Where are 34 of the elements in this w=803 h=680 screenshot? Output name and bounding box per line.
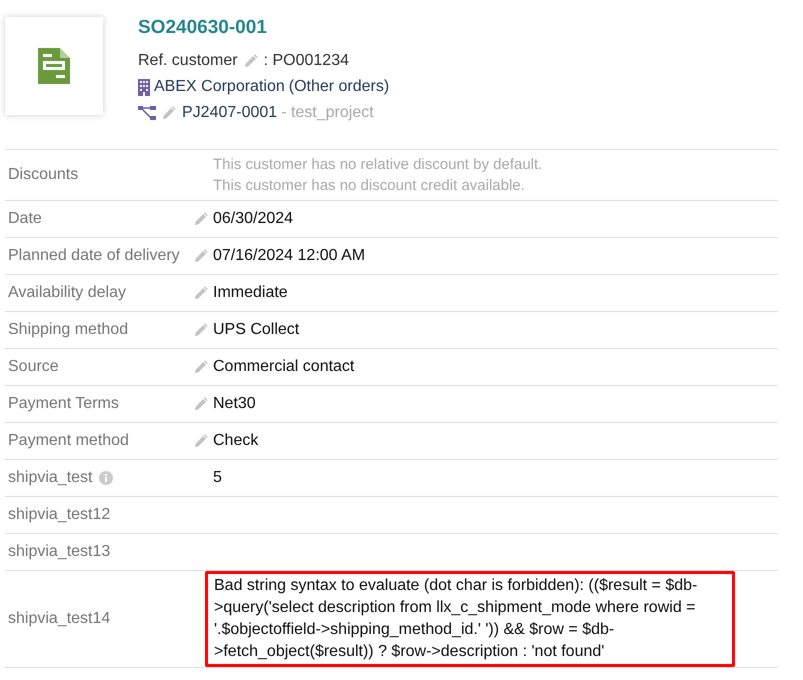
other-orders-link[interactable]: (Other orders): [288, 78, 390, 96]
project-tree-icon: [138, 106, 156, 120]
order-reference: SO240630-001: [138, 17, 268, 40]
field-label: shipvia_test: [8, 469, 92, 487]
ref-customer-value: : PO001234: [264, 52, 349, 70]
field-value: 5: [213, 469, 222, 486]
field-value: 07/16/2024 12:00 AM: [213, 247, 366, 264]
field-value: Immediate: [213, 284, 288, 301]
pencil-icon[interactable]: [160, 104, 178, 122]
building-icon: [138, 78, 150, 96]
field-value: 06/30/2024: [213, 210, 294, 227]
field-label: Payment Terms: [8, 395, 119, 413]
field-value: Net30: [213, 395, 256, 412]
company-link[interactable]: ABEX Corporation: [154, 78, 285, 96]
project-title: - test_project: [281, 104, 374, 122]
field-label: Planned date of delivery: [8, 247, 180, 265]
field-value: Check: [213, 432, 258, 449]
discount-note: This customer has no relative discount by default.: [213, 155, 544, 175]
field-label: shipvia_test14: [8, 610, 110, 628]
field-label: Discounts: [8, 166, 78, 184]
document-icon: [38, 48, 70, 84]
discount-note: This customer has no discount credit available.: [213, 176, 526, 196]
field-label: Date: [8, 210, 42, 228]
field-label: Shipping method: [8, 321, 128, 339]
field-value: UPS Collect: [213, 321, 300, 338]
field-value: Commercial contact: [213, 358, 354, 375]
field-label: Source: [8, 358, 59, 376]
field-label: Availability delay: [8, 284, 126, 302]
project-link[interactable]: PJ2407-0001: [182, 104, 278, 122]
field-label: shipvia_test12: [8, 506, 110, 524]
error-message: Bad string syntax to evaluate (dot char is forbidden): (($result = $db->query('select description from llx_c_shipment_mode where rowid = '.$objectoffield->shipping_method_id.' ')) && $row = $db->fetch_object($result)) ? $row->description : 'not found': [205, 571, 735, 667]
field-label: shipvia_test13: [8, 543, 110, 561]
ref-customer-label: Ref. customer: [138, 52, 238, 70]
field-label: Payment method: [8, 432, 129, 450]
